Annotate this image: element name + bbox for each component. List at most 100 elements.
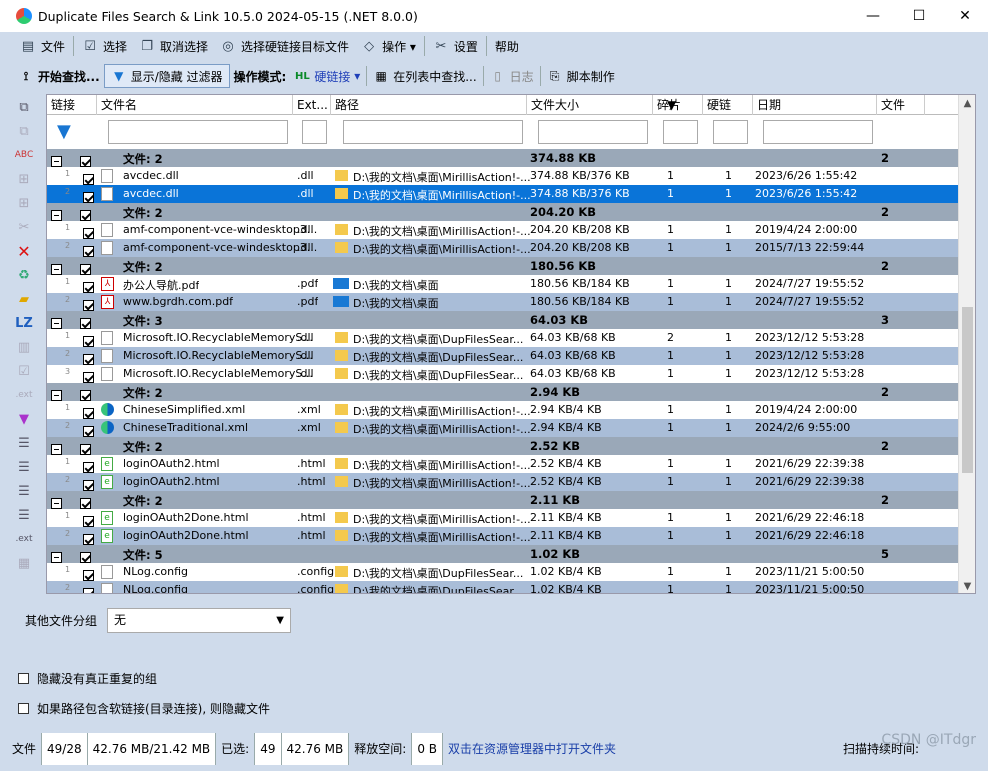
group-checkbox[interactable]: [80, 155, 91, 167]
delete-icon[interactable]: ✕: [13, 240, 35, 262]
col-date[interactable]: 日期: [753, 95, 877, 115]
table-row[interactable]: 2 avcdec.dll .dll D:\我的文档\桌面\MirillisAction…: [47, 185, 960, 203]
col-files[interactable]: 文件: [877, 95, 925, 115]
group-checkbox[interactable]: [80, 317, 91, 329]
group-row[interactable]: 文件: 2 2.11 KB 2: [47, 491, 960, 509]
table-row[interactable]: 1 amf-component-vce-windesktop3... .dll D:\…: [47, 221, 960, 239]
table-row[interactable]: 1 ⅄ 办公人导航.pdf .pdf D:\我的文档\桌面 180.56 KB/184 K…: [47, 275, 960, 293]
group-row[interactable]: 文件: 2 2.52 KB 2: [47, 437, 960, 455]
checklist-icon[interactable]: ☑: [13, 360, 35, 382]
move-folder-icon[interactable]: ▰: [13, 288, 35, 310]
maximize-button[interactable]: ☐: [896, 0, 942, 32]
tree2-icon[interactable]: ⊞: [13, 192, 35, 214]
col-fragments[interactable]: 碎片: [653, 95, 703, 115]
column-icon[interactable]: ▥: [13, 336, 35, 358]
collapse-icon[interactable]: [51, 317, 62, 329]
col-ext[interactable]: Ext...: [293, 95, 331, 115]
minimize-button[interactable]: —: [850, 0, 896, 32]
hide-no-dup-checkbox[interactable]: 隐藏没有真正重复的组: [18, 670, 157, 687]
collapse-icon[interactable]: [51, 155, 62, 167]
funnel-icon[interactable]: ▼: [13, 408, 35, 430]
filter-filename-input[interactable]: [108, 120, 288, 144]
group-checkbox[interactable]: [80, 497, 91, 509]
menu-file[interactable]: ▤ 文件: [14, 34, 71, 58]
row-checkbox[interactable]: [83, 191, 94, 203]
menu-help[interactable]: 帮助: [489, 34, 525, 58]
collapse-icon[interactable]: [51, 443, 62, 455]
filter-hardlink-input[interactable]: [713, 120, 748, 144]
copy2-icon[interactable]: ⧉: [13, 120, 35, 142]
group-row[interactable]: 文件: 3 64.03 KB 3: [47, 311, 960, 329]
table-row[interactable]: 2 ChineseTraditional.xml .xml D:\我的文档\桌面\Mi…: [47, 419, 960, 437]
filter-frag-input[interactable]: [663, 120, 698, 144]
find-in-list-button[interactable]: ▦ 在列表中查找...: [369, 64, 480, 88]
row-checkbox[interactable]: [83, 227, 94, 239]
group-row[interactable]: 文件: 2 374.88 KB 2: [47, 149, 960, 167]
row-checkbox[interactable]: [83, 245, 94, 257]
group-row[interactable]: 文件: 5 1.02 KB 5: [47, 545, 960, 563]
table-row[interactable]: 1 e loginOAuth2Done.html .html D:\我的文档\桌面\Mi…: [47, 509, 960, 527]
row-checkbox[interactable]: [83, 371, 94, 383]
toggle-filter-button[interactable]: ▼ 显示/隐藏 过滤器: [103, 64, 230, 88]
scroll-down-icon[interactable]: ▼: [959, 578, 975, 593]
collapse-icon[interactable]: [51, 551, 62, 563]
row-checkbox[interactable]: [83, 335, 94, 347]
collapse-icon[interactable]: [51, 497, 62, 509]
table-row[interactable]: 2 NLog.config .config D:\我的文档\桌面\DupFilesSe…: [47, 581, 960, 593]
ext2-icon[interactable]: .ext: [13, 528, 35, 550]
table-row[interactable]: 1 Microsoft.IO.RecyclableMemoryS... .dll D:…: [47, 329, 960, 347]
filter-date-input[interactable]: [763, 120, 873, 144]
rows3-icon[interactable]: ☰: [13, 480, 35, 502]
row-checkbox[interactable]: [83, 281, 94, 293]
unlink-icon[interactable]: ✂: [13, 216, 35, 238]
tree-icon[interactable]: ⊞: [13, 168, 35, 190]
group-row[interactable]: 文件: 2 204.20 KB 2: [47, 203, 960, 221]
other-group-select[interactable]: 无 ▼: [107, 608, 291, 633]
menu-operation[interactable]: ◇ 操作 ▾: [355, 34, 422, 58]
col-link[interactable]: 链接: [47, 95, 97, 115]
filter-size-input[interactable]: [538, 120, 648, 144]
strike-text-icon[interactable]: ABC: [13, 144, 35, 166]
table-row[interactable]: 2 e loginOAuth2.html .html D:\我的文档\桌面\Mirill…: [47, 473, 960, 491]
menu-select[interactable]: ☑ 选择: [76, 34, 133, 58]
grid-icon[interactable]: ▦: [13, 552, 35, 574]
group-checkbox[interactable]: [80, 443, 91, 455]
table-row[interactable]: 2 amf-component-vce-windesktop3... .dll D:\…: [47, 239, 960, 257]
hide-softlink-checkbox[interactable]: 如果路径包含软链接(目录连接), 则隐藏文件: [18, 700, 270, 717]
rows-icon[interactable]: ☰: [13, 432, 35, 454]
group-row[interactable]: 文件: 2 2.94 KB 2: [47, 383, 960, 401]
col-filesize[interactable]: 文件大小 ▼: [527, 95, 676, 115]
table-row[interactable]: 2 ⅄ www.bgrdh.com.pdf .pdf D:\我的文档\桌面 180.56 …: [47, 293, 960, 311]
row-checkbox[interactable]: [83, 425, 94, 437]
close-button[interactable]: ✕: [942, 0, 988, 32]
row-checkbox[interactable]: [83, 173, 94, 185]
scroll-up-icon[interactable]: ▲: [959, 95, 975, 112]
op-mode-dropdown[interactable]: HL 硬链接 ▾: [290, 64, 364, 88]
group-checkbox[interactable]: [80, 209, 91, 221]
vertical-scrollbar[interactable]: ▲ ▼: [958, 95, 975, 593]
collapse-icon[interactable]: [51, 389, 62, 401]
collapse-icon[interactable]: [51, 263, 62, 275]
ext-icon[interactable]: .ext: [13, 384, 35, 406]
row-checkbox[interactable]: [83, 461, 94, 473]
menu-settings[interactable]: ✂ 设置: [427, 34, 484, 58]
row-checkbox[interactable]: [83, 569, 94, 581]
table-row[interactable]: 1 NLog.config .config D:\我的文档\桌面\DupFilesSe…: [47, 563, 960, 581]
table-row[interactable]: 3 Microsoft.IO.RecyclableMemoryS... .dll D:…: [47, 365, 960, 383]
row-checkbox[interactable]: [83, 515, 94, 527]
lz-icon[interactable]: LZ: [13, 312, 35, 334]
filter-funnel-icon[interactable]: ▼: [57, 121, 71, 142]
filter-ext-input[interactable]: [302, 120, 327, 144]
rows4-icon[interactable]: ☰: [13, 504, 35, 526]
row-checkbox[interactable]: [83, 299, 94, 311]
col-path[interactable]: 路径: [331, 95, 527, 115]
log-button[interactable]: ▯ 日志: [486, 64, 538, 88]
duplicates-grid[interactable]: 链接 文件名 Ext... 路径 文件大小 ▼ 碎片 硬链 日期 文件 ▼ 文件:…: [46, 94, 976, 594]
col-filename[interactable]: 文件名: [97, 95, 293, 115]
scroll-thumb[interactable]: [962, 307, 973, 473]
rows2-icon[interactable]: ☰: [13, 456, 35, 478]
recycle-icon[interactable]: ♻: [13, 264, 35, 286]
start-search-button[interactable]: ⟟ 开始查找...: [14, 64, 104, 88]
collapse-icon[interactable]: [51, 209, 62, 221]
script-button[interactable]: ⎘ 脚本制作: [543, 64, 619, 88]
